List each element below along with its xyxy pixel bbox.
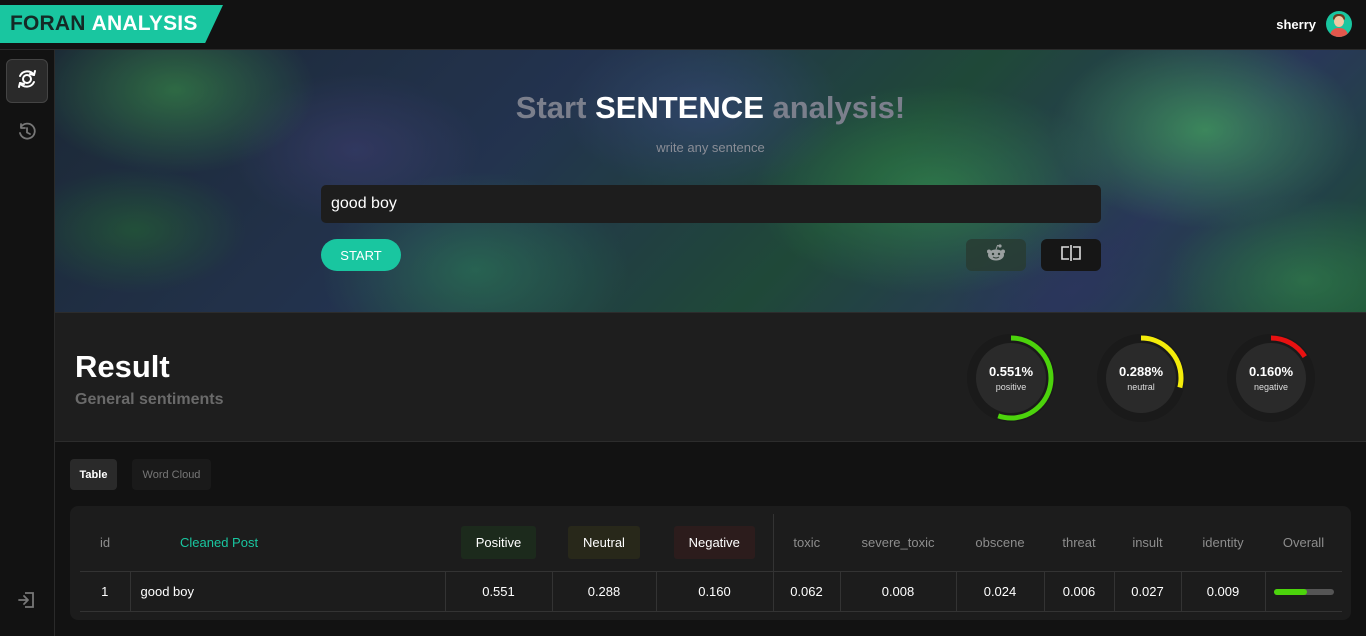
results-table-card: id Cleaned Post Positive Neutral Negativ… <box>70 506 1351 620</box>
col-header-id[interactable]: id <box>80 514 130 572</box>
positive-gauge-value: 0.551% <box>988 364 1034 379</box>
start-button[interactable]: START <box>321 239 401 271</box>
cell-threat: 0.006 <box>1044 571 1115 612</box>
col-header-severe-toxic[interactable]: severe_toxic <box>840 514 956 572</box>
hero-banner: Start SENTENCE analysis! write any sente… <box>55 50 1366 312</box>
col-header-threat[interactable]: threat <box>1044 514 1114 572</box>
sidebar-item-history[interactable] <box>6 112 48 156</box>
col-header-negative[interactable]: Negative <box>656 514 773 572</box>
table-header-row: id Cleaned Post Positive Neutral Negativ… <box>80 514 1342 572</box>
user-menu[interactable]: sherry <box>1276 11 1352 37</box>
tab-table[interactable]: Table <box>70 459 117 490</box>
cell-severe-toxic: 0.008 <box>840 571 957 612</box>
split-icon <box>1060 244 1082 267</box>
negative-gauge-caption: negative <box>1253 382 1289 392</box>
cell-obscene: 0.024 <box>956 571 1045 612</box>
positive-gauge-caption: positive <box>995 382 1027 392</box>
sentence-input[interactable] <box>321 185 1101 223</box>
cell-post: good boy <box>130 571 446 612</box>
col-header-overall[interactable]: Overall <box>1265 514 1342 572</box>
result-subtitle: General sentiments <box>75 391 224 408</box>
hero-title: Start SENTENCE analysis! <box>515 90 906 125</box>
col-header-positive[interactable]: Positive <box>445 514 552 572</box>
app-logo[interactable]: FORAN ANALYSIS <box>0 5 223 43</box>
sidebar-item-logout[interactable] <box>6 580 48 624</box>
top-bar: FORAN ANALYSIS sherry <box>0 0 1366 50</box>
user-name: sherry <box>1276 16 1316 32</box>
logout-icon <box>17 590 37 615</box>
positive-gauge: 0.551% positive <box>965 332 1057 424</box>
cell-id: 1 <box>80 571 131 612</box>
cell-identity: 0.009 <box>1181 571 1266 612</box>
neutral-gauge-caption: neutral <box>1127 382 1155 392</box>
logo-text-analysis: ANALYSIS <box>91 12 198 35</box>
overall-progress-bar <box>1273 589 1334 596</box>
history-icon <box>17 122 37 147</box>
cell-overall <box>1265 571 1342 612</box>
col-header-toxic[interactable]: toxic <box>772 514 840 572</box>
col-header-neutral[interactable]: Neutral <box>552 514 656 572</box>
cell-toxic: 0.062 <box>772 571 841 612</box>
cell-negative: 0.160 <box>656 571 774 612</box>
cell-insult: 0.027 <box>1114 571 1182 612</box>
negative-gauge-value: 0.160% <box>1248 364 1294 379</box>
results-table: id Cleaned Post Positive Neutral Negativ… <box>80 514 1342 612</box>
reddit-icon <box>986 243 1006 267</box>
col-header-identity[interactable]: identity <box>1181 514 1265 572</box>
negative-gauge: 0.160% negative <box>1225 332 1317 424</box>
table-row[interactable]: 1 good boy 0.551 0.288 0.160 0.062 0.008… <box>80 571 1342 612</box>
col-header-insult[interactable]: insult <box>1114 514 1181 572</box>
tab-word-cloud[interactable]: Word Cloud <box>132 459 211 490</box>
neutral-gauge: 0.288% neutral <box>1095 332 1187 424</box>
sidebar <box>0 50 55 636</box>
cell-positive: 0.551 <box>445 571 553 612</box>
split-view-button[interactable] <box>1041 239 1101 271</box>
neutral-gauge-value: 0.288% <box>1118 364 1164 379</box>
cell-neutral: 0.288 <box>552 571 657 612</box>
overall-progress-fill <box>1273 589 1307 596</box>
col-header-obscene[interactable]: obscene <box>956 514 1044 572</box>
result-title: Result <box>75 349 170 384</box>
analysis-icon <box>16 68 38 95</box>
sidebar-item-analysis[interactable] <box>6 59 48 103</box>
avatar[interactable] <box>1326 11 1352 37</box>
hero-subtitle: write any sentence <box>656 140 765 155</box>
result-panel: Result General sentiments 0.551% positiv… <box>55 312 1366 442</box>
reddit-button[interactable] <box>966 239 1026 271</box>
logo-text-foran: FORAN <box>10 12 86 35</box>
col-header-post[interactable]: Cleaned Post <box>130 514 445 572</box>
